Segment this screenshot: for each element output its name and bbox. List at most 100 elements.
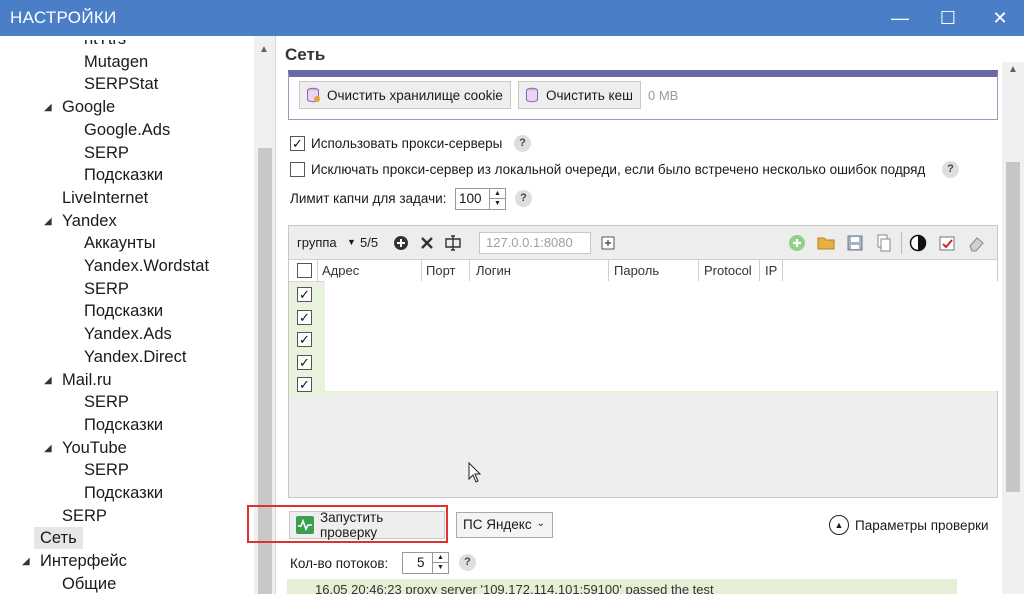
proxy-grid-header: Адрес Порт Логин Пароль Protocol IP [289,260,997,282]
check-params-toggle[interactable]: ▲ Параметры проверки [829,515,989,535]
proxy-ip-input[interactable]: 127.0.0.1:8080 [479,232,591,254]
add-green-icon[interactable] [788,234,806,252]
tree-item[interactable]: Подсказки [84,414,163,436]
tree-item[interactable]: SERP [84,459,129,481]
proxy-count: 5/5 [360,235,379,250]
tree-item[interactable]: Интерфейс [40,550,127,572]
expand-arrow-icon[interactable]: ◢ [44,102,52,113]
copy-icon[interactable] [875,234,893,252]
tree-item[interactable]: SERPStat [84,73,158,95]
help-icon[interactable]: ? [515,190,532,207]
tree-item[interactable]: Mutagen [84,51,148,73]
tree-item[interactable]: Сеть [34,527,83,550]
close-icon[interactable] [418,234,436,252]
mouse-cursor-icon [468,462,482,483]
tree-item[interactable]: Yandex [62,210,117,232]
maximize-button[interactable]: ☐ [924,0,972,36]
exclude-proxy-checkbox[interactable] [290,162,305,177]
group-dropdown[interactable]: группа [297,235,337,250]
expand-arrow-icon[interactable]: ◢ [44,216,52,227]
row-checkbox[interactable]: ✓ [297,354,312,370]
captcha-limit-label: Лимит капчи для задачи: [290,191,447,206]
panel-scroll-thumb[interactable] [1006,162,1020,492]
contrast-icon[interactable] [909,234,927,252]
tree-item[interactable]: Подсказки [84,164,163,186]
panel-scrollbar[interactable]: ▲ [1002,62,1024,594]
column-header[interactable]: Пароль [614,263,659,278]
tree-item[interactable]: YouTube [62,437,127,459]
threads-spinner[interactable]: 5 ▲ ▼ [402,552,449,574]
text-cursor-icon[interactable] [444,234,462,252]
spin-up-icon[interactable]: ▲ [433,553,448,563]
tree-item[interactable]: Google [62,96,115,118]
tree-item[interactable]: ntTtrs [84,40,126,50]
eraser-icon[interactable] [967,234,985,252]
tree-item[interactable]: Yandex.Direct [84,346,186,368]
tree-item[interactable]: Подсказки [84,300,163,322]
save-icon[interactable] [846,234,864,252]
row-checkbox[interactable]: ✓ [297,309,312,325]
column-header[interactable]: Protocol [704,263,752,278]
settings-tree: ntTtrs Mutagen SERPStat ◢ Google Google.Ads SE… [0,36,276,594]
tree-item[interactable]: Google.Ads [84,119,170,141]
page-title: Сеть [285,45,326,64]
help-icon[interactable]: ? [942,161,959,178]
row-checkbox[interactable]: ✓ [297,377,312,393]
tree-item[interactable]: LiveInternet [62,187,148,209]
close-button[interactable]: ✕ [976,0,1024,36]
chevron-down-icon[interactable]: ⌄ [537,518,545,529]
column-header[interactable]: IP [765,263,777,278]
use-proxy-checkbox[interactable]: ✓ [290,136,305,151]
tree-item[interactable]: Yandex.Wordstat [84,255,209,277]
expand-arrow-icon[interactable]: ◢ [22,556,30,567]
use-proxy-label: Использовать прокси-серверы [311,136,503,151]
checklist-icon[interactable] [938,234,956,252]
scroll-up-arrow-icon[interactable]: ▲ [1008,64,1018,75]
scroll-up-arrow-icon[interactable]: ▲ [259,44,269,55]
tree-item[interactable]: SERP [62,505,107,527]
minimize-button[interactable]: — [876,0,924,36]
tree-item[interactable]: Аккаунты [84,232,156,254]
help-icon[interactable]: ? [459,554,476,571]
expand-arrow-icon[interactable]: ◢ [44,443,52,454]
tree-item[interactable]: SERP [84,142,129,164]
threads-value: 5 [417,555,425,570]
expand-plus-icon[interactable] [601,236,615,250]
window-title: НАСТРОЙКИ [10,8,117,27]
tree-item[interactable]: Подсказки [84,482,163,504]
exclude-proxy-label: Исключать прокси-сервер из локальной оче… [311,162,926,177]
search-engine-select[interactable]: ПС Яндекс ⌄ [456,512,553,538]
column-header[interactable]: Адрес [322,263,359,278]
tree-item[interactable]: Yandex.Ads [84,323,172,345]
tree-item[interactable]: SERP [84,391,129,413]
tree-item[interactable]: SERP [84,278,129,300]
tree-item[interactable]: Общие [62,573,116,594]
spin-up-icon[interactable]: ▲ [490,189,505,199]
clear-cookie-button[interactable]: Очистить хранилище cookie [299,81,511,109]
storage-group: Очистить хранилище cookie Очистить кеш 0… [288,70,998,120]
database-icon [526,87,538,103]
spin-down-icon[interactable]: ▼ [433,563,448,573]
row-checkbox[interactable]: ✓ [297,332,312,348]
captcha-limit-value: 100 [459,191,482,206]
proxy-toolbar: группа ▼ 5/5 127.0.0.1:8080 [289,226,997,260]
cache-size: 0 MB [648,88,679,103]
clear-cache-button[interactable]: Очистить кеш [518,81,641,109]
select-all-checkbox[interactable] [297,263,312,278]
folder-icon[interactable] [817,234,835,252]
chevron-up-icon[interactable]: ▲ [829,515,849,535]
spin-down-icon[interactable]: ▼ [490,199,505,209]
help-icon[interactable]: ? [514,135,531,152]
expand-arrow-icon[interactable]: ◢ [44,375,52,386]
log-line: 16.05 20:46:23 proxy server '109.172.114… [287,579,957,594]
add-circle-icon[interactable] [392,234,410,252]
search-engine-value: ПС Яндекс [463,517,532,532]
chevron-down-icon[interactable]: ▼ [347,237,356,247]
row-checkbox[interactable]: ✓ [297,287,312,302]
captcha-limit-spinner[interactable]: 100 ▲ ▼ [455,188,506,210]
column-header[interactable]: Логин [476,263,511,278]
clear-cookie-label: Очистить хранилище cookie [327,87,503,103]
column-header[interactable]: Порт [426,263,455,278]
tree-item[interactable]: Mail.ru [62,369,112,391]
redaction-overlay [325,281,1024,391]
